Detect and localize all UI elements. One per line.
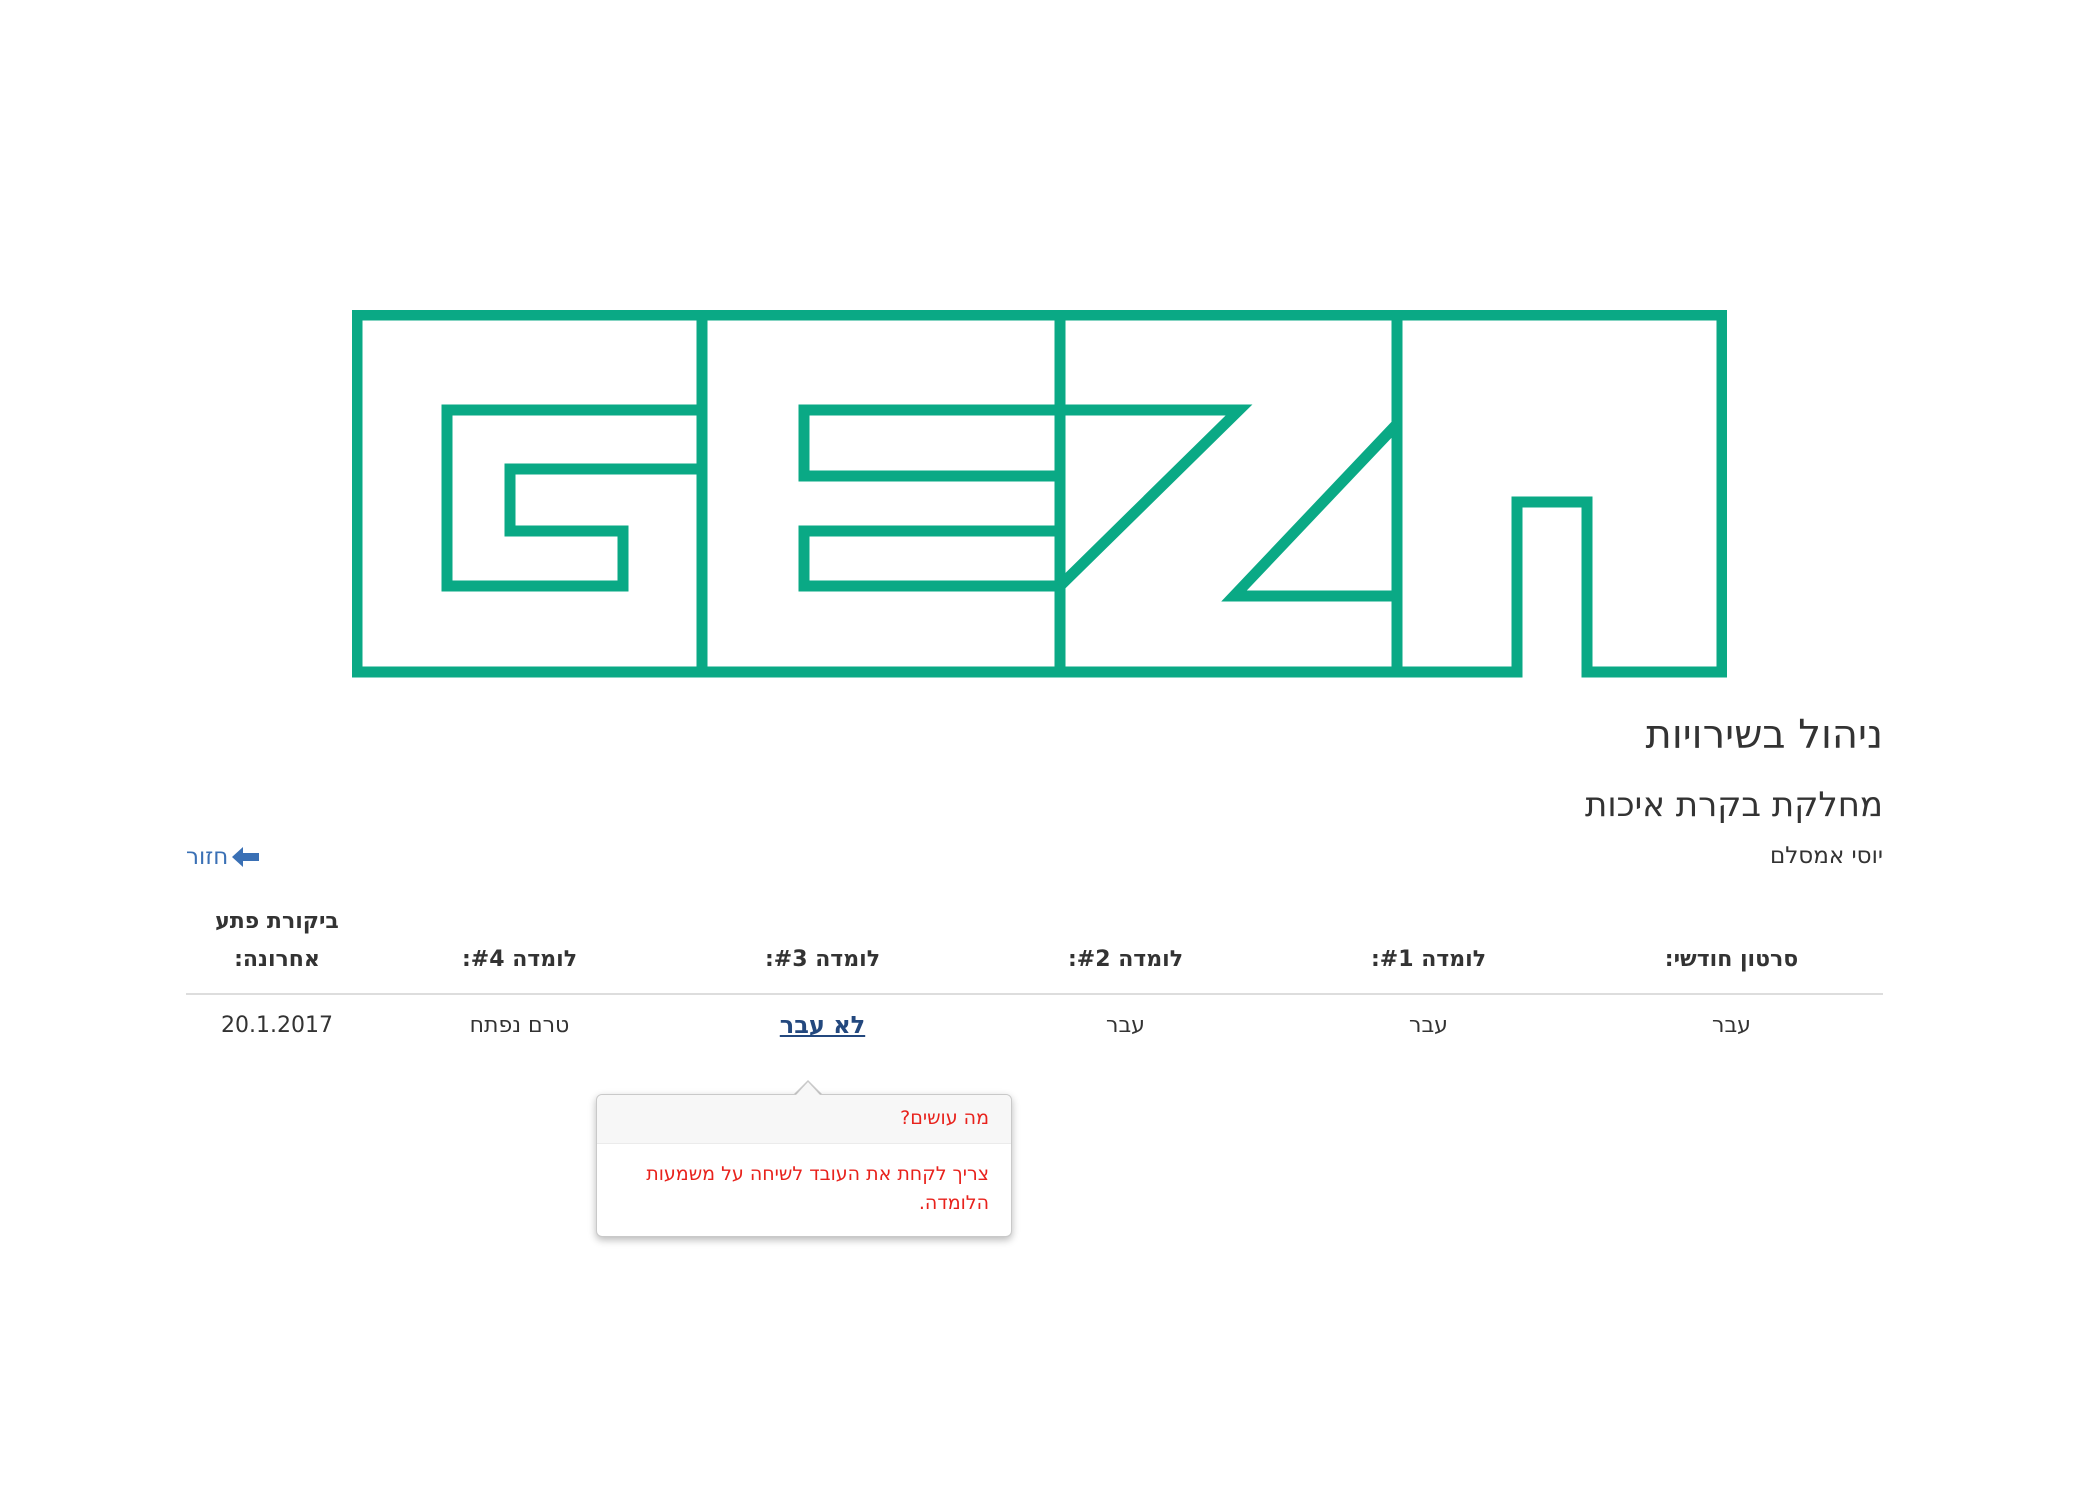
table-header-row: סרטון חודשי: לומדה #1: לומדה #2: לומדה #… xyxy=(186,895,1883,995)
logo-z-shape xyxy=(1056,404,1253,590)
table-row: עבר עבר עבר לא עבר טרם נפתח 20.1.2017 xyxy=(186,994,1883,1057)
cell-module-2: עבר xyxy=(1106,1013,1145,1038)
company-logo xyxy=(352,310,1727,678)
cell-module-1: עבר xyxy=(1409,1013,1448,1038)
popover-title: מה עושים? xyxy=(597,1095,1011,1144)
column-header-module-3: לומדה #3: xyxy=(671,895,974,995)
column-header-last-audit: ביקורת פתע אחרונה: xyxy=(186,895,368,995)
logo-e-shape xyxy=(798,368,1066,592)
back-link[interactable]: חזור xyxy=(186,844,260,870)
column-header-module-4: לומדה #4: xyxy=(368,895,671,995)
popover-arrow-fill xyxy=(796,1082,820,1095)
department-title: מחלקת בקרת איכות xyxy=(1585,785,1883,825)
employee-name: יוסי אמסלם xyxy=(1769,843,1883,869)
cell-module-3: לא עבר xyxy=(671,994,974,1057)
training-status-table: סרטון חודשי: לומדה #1: לומדה #2: לומדה #… xyxy=(186,895,1883,1057)
cell-module-4: טרם נפתח xyxy=(469,1013,570,1038)
help-popover: מה עושים? צריך לקחת את העובד לשיחה על מש… xyxy=(596,1094,1012,1237)
page-title: ניהול בשירויות xyxy=(1645,712,1883,758)
arrow-left-icon xyxy=(232,847,260,867)
cell-monthly-video: עבר xyxy=(1712,1013,1751,1038)
module-3-failed-link[interactable]: לא עבר xyxy=(780,1011,865,1039)
cell-last-audit: 20.1.2017 xyxy=(221,1013,333,1038)
popover-content: צריך לקחת את העובד לשיחה על משמעות הלומד… xyxy=(646,1163,989,1214)
logo-g-spiral xyxy=(441,404,702,592)
logo-z-tail xyxy=(1221,420,1401,602)
column-header-monthly-video: סרטון חודשי: xyxy=(1580,895,1883,995)
logo-outer-frame xyxy=(352,310,1727,678)
back-label: חזור xyxy=(186,844,229,870)
column-header-module-1: לומדה #1: xyxy=(1277,895,1580,995)
column-header-module-2: לומדה #2: xyxy=(974,895,1277,995)
